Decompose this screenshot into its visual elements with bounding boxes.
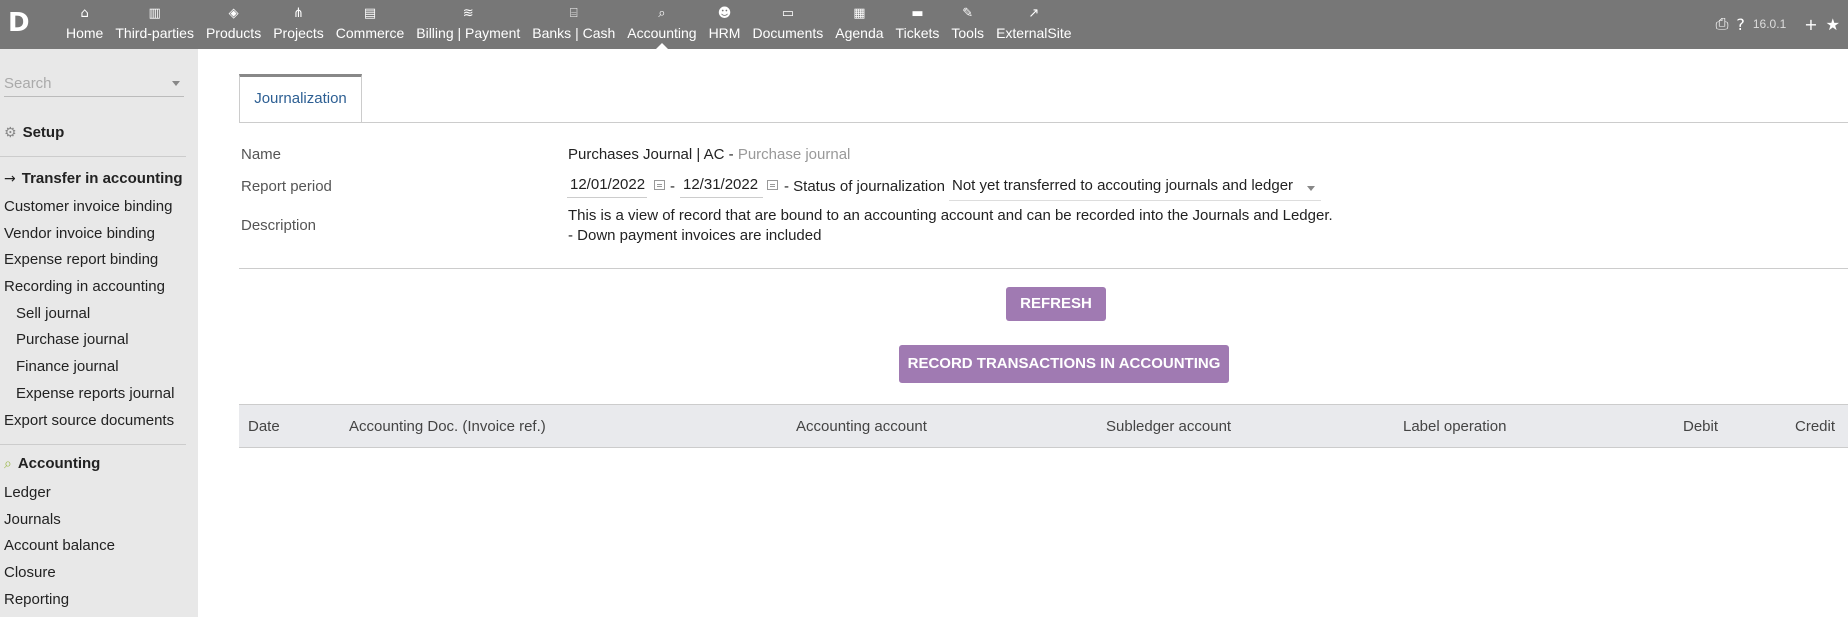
add-icon[interactable]: +	[1804, 15, 1817, 34]
nav-home[interactable]: ⌂ Home	[60, 0, 109, 49]
top-menu-bar: D ⌂ Home ▥ Third-parties ◈ Products ⋔ Projec…	[0, 0, 1848, 49]
nav-projects[interactable]: ⋔ Projects	[267, 0, 330, 49]
sidebar-item-reporting[interactable]: Reporting	[4, 591, 69, 608]
building-icon: ▥	[148, 6, 161, 21]
date-separator: -	[670, 178, 675, 195]
search-dollar-icon: ⌕	[658, 6, 666, 21]
column-date[interactable]: Date	[248, 418, 280, 435]
date-start-input[interactable]: 12/01/2022	[567, 176, 647, 198]
nav-billing-payment[interactable]: ≋ Billing | Payment	[410, 0, 526, 49]
calendar-icon[interactable]	[654, 180, 665, 190]
external-link-icon: ↗	[1028, 6, 1040, 21]
cube-icon: ◈	[228, 6, 239, 21]
refresh-button[interactable]: REFRESH	[1006, 287, 1106, 321]
sidebar-item-journals[interactable]: Journals	[4, 511, 61, 528]
nav-hrm[interactable]: ☻ HRM	[703, 0, 747, 49]
version-label: 16.0.1	[1752, 17, 1787, 31]
table-header: Date Accounting Doc. (Invoice ref.) Acco…	[239, 404, 1848, 448]
nav-commerce[interactable]: ▤ Commerce	[330, 0, 410, 49]
sidebar-item-finance-journal[interactable]: Finance journal	[16, 358, 119, 375]
sidebar-item-expense-report-binding[interactable]: Expense report binding	[4, 251, 158, 268]
sidebar-item-vendor-invoice-binding[interactable]: Vendor invoice binding	[4, 225, 155, 242]
nav-documents[interactable]: ▭ Documents	[746, 0, 829, 49]
dolibarr-logo[interactable]: D	[8, 9, 36, 37]
wrench-icon: ✎	[962, 6, 974, 21]
description-line-2: - Down payment invoices are included	[568, 227, 822, 244]
name-label: Name	[241, 146, 282, 163]
nav-tools[interactable]: ✎ Tools	[945, 0, 990, 49]
tab-underline	[239, 122, 1848, 123]
sidebar-section-transfer[interactable]: → Transfer in accounting	[4, 170, 183, 187]
gears-icon: ⚙	[4, 124, 17, 141]
nav-products[interactable]: ◈ Products	[200, 0, 267, 49]
column-label-operation[interactable]: Label operation	[1403, 418, 1506, 435]
calendar-icon: ▦	[853, 6, 866, 21]
date-end-input[interactable]: 12/31/2022	[680, 176, 763, 198]
main-nav: ⌂ Home ▥ Third-parties ◈ Products ⋔ Projects…	[60, 0, 1078, 49]
chevron-down-icon	[1307, 186, 1315, 191]
sitemap-icon: ⋔	[293, 6, 304, 21]
chevron-down-icon[interactable]	[172, 81, 180, 86]
sidebar-divider	[0, 156, 186, 157]
description-line-1: This is a view of record that are bound …	[568, 207, 1333, 224]
bank-icon: ⌸	[569, 6, 578, 21]
home-icon: ⌂	[80, 6, 89, 21]
left-sidebar: Search ⚙ Setup → Transfer in accounting Cu…	[0, 49, 198, 617]
status-label: - Status of journalization	[784, 178, 945, 195]
column-debit[interactable]: Debit	[1683, 418, 1718, 435]
column-accounting-doc[interactable]: Accounting Doc. (Invoice ref.)	[349, 418, 546, 435]
ticket-icon: ▬	[911, 6, 924, 21]
sidebar-item-closure[interactable]: Closure	[4, 564, 56, 581]
column-credit[interactable]: Credit	[1795, 418, 1835, 435]
sidebar-item-expense-reports-journal[interactable]: Expense reports journal	[16, 385, 174, 402]
print-icon[interactable]: ⎙	[1716, 14, 1729, 34]
column-accounting-account[interactable]: Accounting account	[796, 418, 927, 435]
section-divider	[239, 268, 1848, 269]
nav-accounting[interactable]: ⌕ Accounting	[621, 0, 702, 49]
status-select[interactable]: Not yet transferred to accouting journal…	[949, 177, 1321, 201]
sidebar-item-ledger[interactable]: Ledger	[4, 484, 51, 501]
description-label: Description	[241, 217, 317, 234]
sidebar-item-sell-journal[interactable]: Sell journal	[16, 305, 90, 322]
sidebar-section-accounting[interactable]: ⌕ Accounting	[4, 455, 100, 472]
help-icon[interactable]: ?	[1736, 15, 1745, 34]
report-period-label: Report period	[241, 178, 332, 195]
bookmark-icon[interactable]: ★	[1826, 15, 1840, 34]
user-tie-icon: ☻	[717, 6, 732, 21]
nav-third-parties[interactable]: ▥ Third-parties	[109, 0, 200, 49]
arrow-right-icon: →	[4, 170, 16, 187]
nav-tickets[interactable]: ▬ Tickets	[890, 0, 946, 49]
nav-agenda[interactable]: ▦ Agenda	[829, 0, 889, 49]
record-transactions-button[interactable]: RECORD TRANSACTIONS IN ACCOUNTING	[899, 345, 1229, 383]
nav-externalsite[interactable]: ↗ ExternalSite	[990, 0, 1077, 49]
top-right-tools: ⎙ ? 16.0.1 + ★	[1716, 14, 1840, 34]
sidebar-item-recording-in-accounting[interactable]: Recording in accounting	[4, 278, 165, 295]
coins-icon: ≋	[462, 6, 474, 21]
journal-type: Purchase journal	[737, 146, 851, 163]
sidebar-item-purchase-journal[interactable]: Purchase journal	[16, 331, 129, 348]
sidebar-item-account-balance[interactable]: Account balance	[4, 537, 115, 554]
briefcase-icon: ▤	[363, 6, 377, 21]
sidebar-section-setup[interactable]: ⚙ Setup	[4, 124, 64, 141]
nav-banks-cash[interactable]: ⌸ Banks | Cash	[526, 0, 621, 49]
tab-journalization[interactable]: Journalization	[239, 74, 362, 123]
search-input[interactable]: Search	[4, 75, 184, 97]
column-subledger-account[interactable]: Subledger account	[1106, 418, 1231, 435]
journal-name: Purchases Journal | AC - Purchase journa…	[568, 146, 851, 163]
sidebar-divider	[0, 444, 186, 445]
folder-icon: ▭	[781, 6, 794, 21]
sidebar-item-customer-invoice-binding[interactable]: Customer invoice binding	[4, 198, 172, 215]
calendar-icon[interactable]	[767, 180, 778, 190]
sidebar-item-export-source-documents[interactable]: Export source documents	[4, 412, 174, 429]
search-icon: ⌕	[4, 455, 12, 472]
